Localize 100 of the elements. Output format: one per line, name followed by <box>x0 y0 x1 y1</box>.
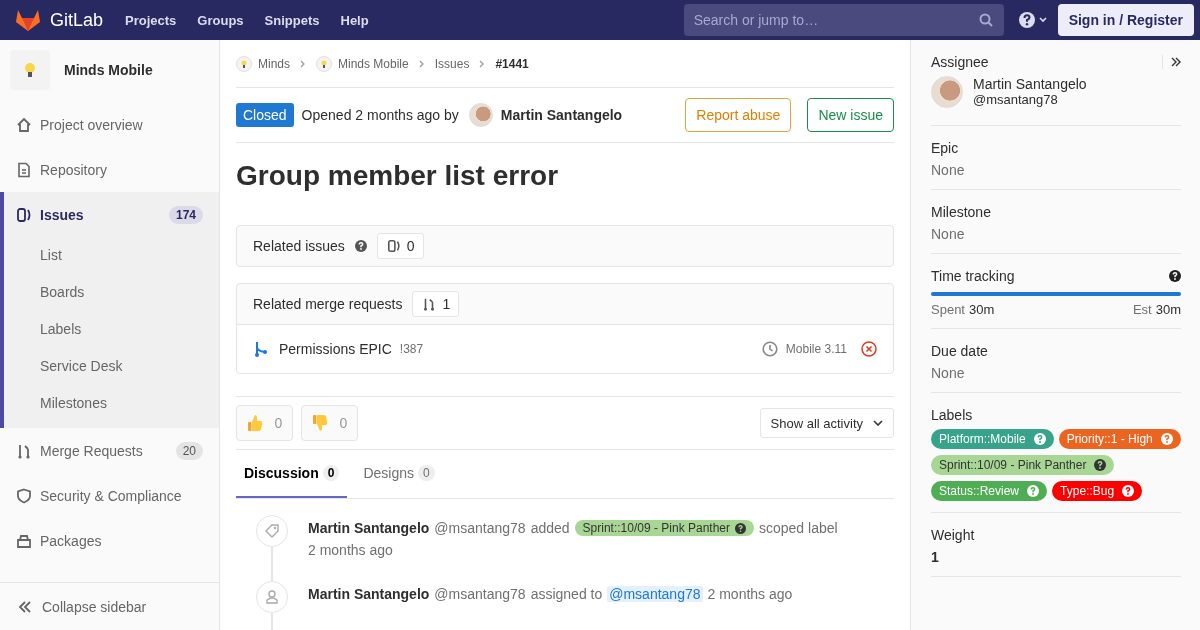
help-icon <box>1160 433 1173 445</box>
nav-link[interactable]: Snippets <box>264 12 320 28</box>
spent-value: 30m <box>969 302 995 317</box>
sidebar-item[interactable]: Merge Requests 20 <box>0 428 219 473</box>
avatar-icon <box>931 76 963 108</box>
breadcrumb-link[interactable]: Issues <box>434 56 470 71</box>
milestone-text: Mobile 3.11 <box>785 342 847 356</box>
opened-text: Opened 2 months ago by <box>301 107 459 123</box>
new-issue-button[interactable]: New issue <box>807 98 894 132</box>
merge-request-count-badge: 1 <box>412 291 460 317</box>
chevron-right-icon <box>479 59 486 68</box>
merge-request-icon <box>16 442 32 459</box>
tag-icon <box>265 524 279 538</box>
assignee-username: @msantang78 <box>973 92 1059 107</box>
activity-filter-dropdown[interactable]: Show all activity <box>759 408 894 438</box>
help-icon <box>1033 433 1046 445</box>
count-badge: 20 <box>175 441 203 460</box>
issue-title: Group member list error <box>236 160 560 192</box>
sidebar-subitem[interactable]: Boards <box>4 274 219 311</box>
author-link[interactable]: Martin Santangelo <box>500 107 623 123</box>
sidebar-item[interactable]: Repository <box>0 147 219 192</box>
logo-text[interactable]: GitLab <box>50 9 104 31</box>
tab[interactable]: Designs 0 <box>355 450 443 498</box>
breadcrumb-link[interactable]: #1441 <box>495 56 529 71</box>
sidebar-subitem[interactable]: List <box>4 237 219 274</box>
avatar-icon <box>468 103 493 127</box>
package-icon <box>16 532 32 549</box>
sidebar-subitem[interactable]: Milestones <box>4 385 219 422</box>
fox-logo-icon[interactable] <box>15 8 41 32</box>
chevron-right-icon <box>300 59 306 68</box>
thumbs-down-icon <box>311 414 328 432</box>
sidebar-subitem[interactable]: Labels <box>4 311 219 348</box>
section-value: None <box>931 365 966 381</box>
nav-link[interactable]: Groups <box>197 12 244 28</box>
sidebar-subitem[interactable]: Service Desk <box>4 348 219 385</box>
thumbs-up-icon <box>246 414 263 432</box>
sidebar-item[interactable]: Packages <box>0 518 219 563</box>
group-avatar-icon <box>316 55 332 72</box>
count-badge: 0 <box>418 465 435 481</box>
chevron-down-icon <box>873 420 883 426</box>
issues-icon <box>16 206 32 223</box>
section-title: Due date <box>931 343 989 359</box>
sign-in-button[interactable]: Sign in / Register <box>1057 4 1194 36</box>
scoped-label[interactable]: Priority::1 - High <box>1058 429 1181 449</box>
section-title: Epic <box>931 140 960 156</box>
project-name[interactable]: Minds Mobile <box>64 62 153 78</box>
scoped-label[interactable]: Sprint::10/09 - Pink Panther <box>931 455 1115 475</box>
action-text: scoped label <box>759 520 838 536</box>
estimate-label: Est <box>1132 302 1152 317</box>
user-mention-link[interactable]: @msantang78 <box>607 586 703 602</box>
scoped-label[interactable]: Sprint::10/09 - Pink Panther <box>574 520 754 536</box>
remove-icon[interactable] <box>861 341 877 357</box>
tab[interactable]: Discussion 0 <box>236 450 348 498</box>
breadcrumb-link[interactable]: Minds Mobile <box>338 56 409 71</box>
search-icon <box>978 13 993 27</box>
nav-link[interactable]: Projects <box>125 12 177 28</box>
sidebar-item[interactable]: Security & Compliance <box>0 473 219 518</box>
author-link[interactable]: Martin Santangelo <box>308 520 430 536</box>
scoped-label[interactable]: Type::Bug <box>1052 481 1143 501</box>
status-badge: Closed <box>236 103 294 127</box>
section-title: Assignee <box>931 54 989 70</box>
card-title: Related merge requests <box>253 296 403 312</box>
lightbulb-icon <box>23 61 37 79</box>
breadcrumb-link[interactable]: Minds <box>258 56 290 71</box>
issues-icon <box>385 239 402 253</box>
timestamp-text: 2 months ago <box>707 586 793 602</box>
section-value: None <box>931 226 966 242</box>
count-badge: 0 <box>322 465 340 481</box>
section-title: Time tracking <box>931 268 1015 284</box>
sidebar-item[interactable]: Issues 174 <box>4 192 219 237</box>
help-icon[interactable] <box>1169 270 1181 282</box>
author-link[interactable]: Martin Santangelo <box>308 586 430 602</box>
estimate-value: 30m <box>1155 302 1181 317</box>
nav-link[interactable]: Help <box>340 12 369 28</box>
scoped-label[interactable]: Platform::Mobile <box>931 429 1054 449</box>
count-badge: 174 <box>168 205 203 224</box>
clock-icon <box>761 341 778 357</box>
timestamp-text: 2 months ago <box>308 542 394 558</box>
merge-request-link[interactable]: Permissions EPIC <box>279 341 392 357</box>
section-title: Labels <box>931 407 974 423</box>
spent-label: Spent <box>931 302 965 317</box>
sidebar-item[interactable]: Project overview <box>0 102 219 147</box>
chevron-right-icon <box>418 59 425 68</box>
action-text: assigned to <box>530 586 603 602</box>
user-icon <box>266 590 278 604</box>
issue-count-badge: 0 <box>376 233 424 259</box>
help-icon <box>1122 485 1135 497</box>
home-icon <box>16 116 32 133</box>
search-field[interactable]: Search or jump to… <box>683 4 1004 36</box>
section-value: 1 <box>931 549 940 565</box>
document-icon <box>16 161 32 178</box>
username-text: @msantang78 <box>434 586 526 602</box>
merge-request-ref: !387 <box>399 342 424 356</box>
double-chevron-right-icon[interactable] <box>1171 57 1181 67</box>
action-text: added <box>530 520 570 536</box>
help-dropdown[interactable] <box>1017 11 1048 29</box>
assignee-name[interactable]: Martin Santangelo <box>973 76 1087 92</box>
merged-icon <box>254 341 268 357</box>
help-icon[interactable] <box>354 240 367 252</box>
card-title: Related issues <box>253 238 345 254</box>
